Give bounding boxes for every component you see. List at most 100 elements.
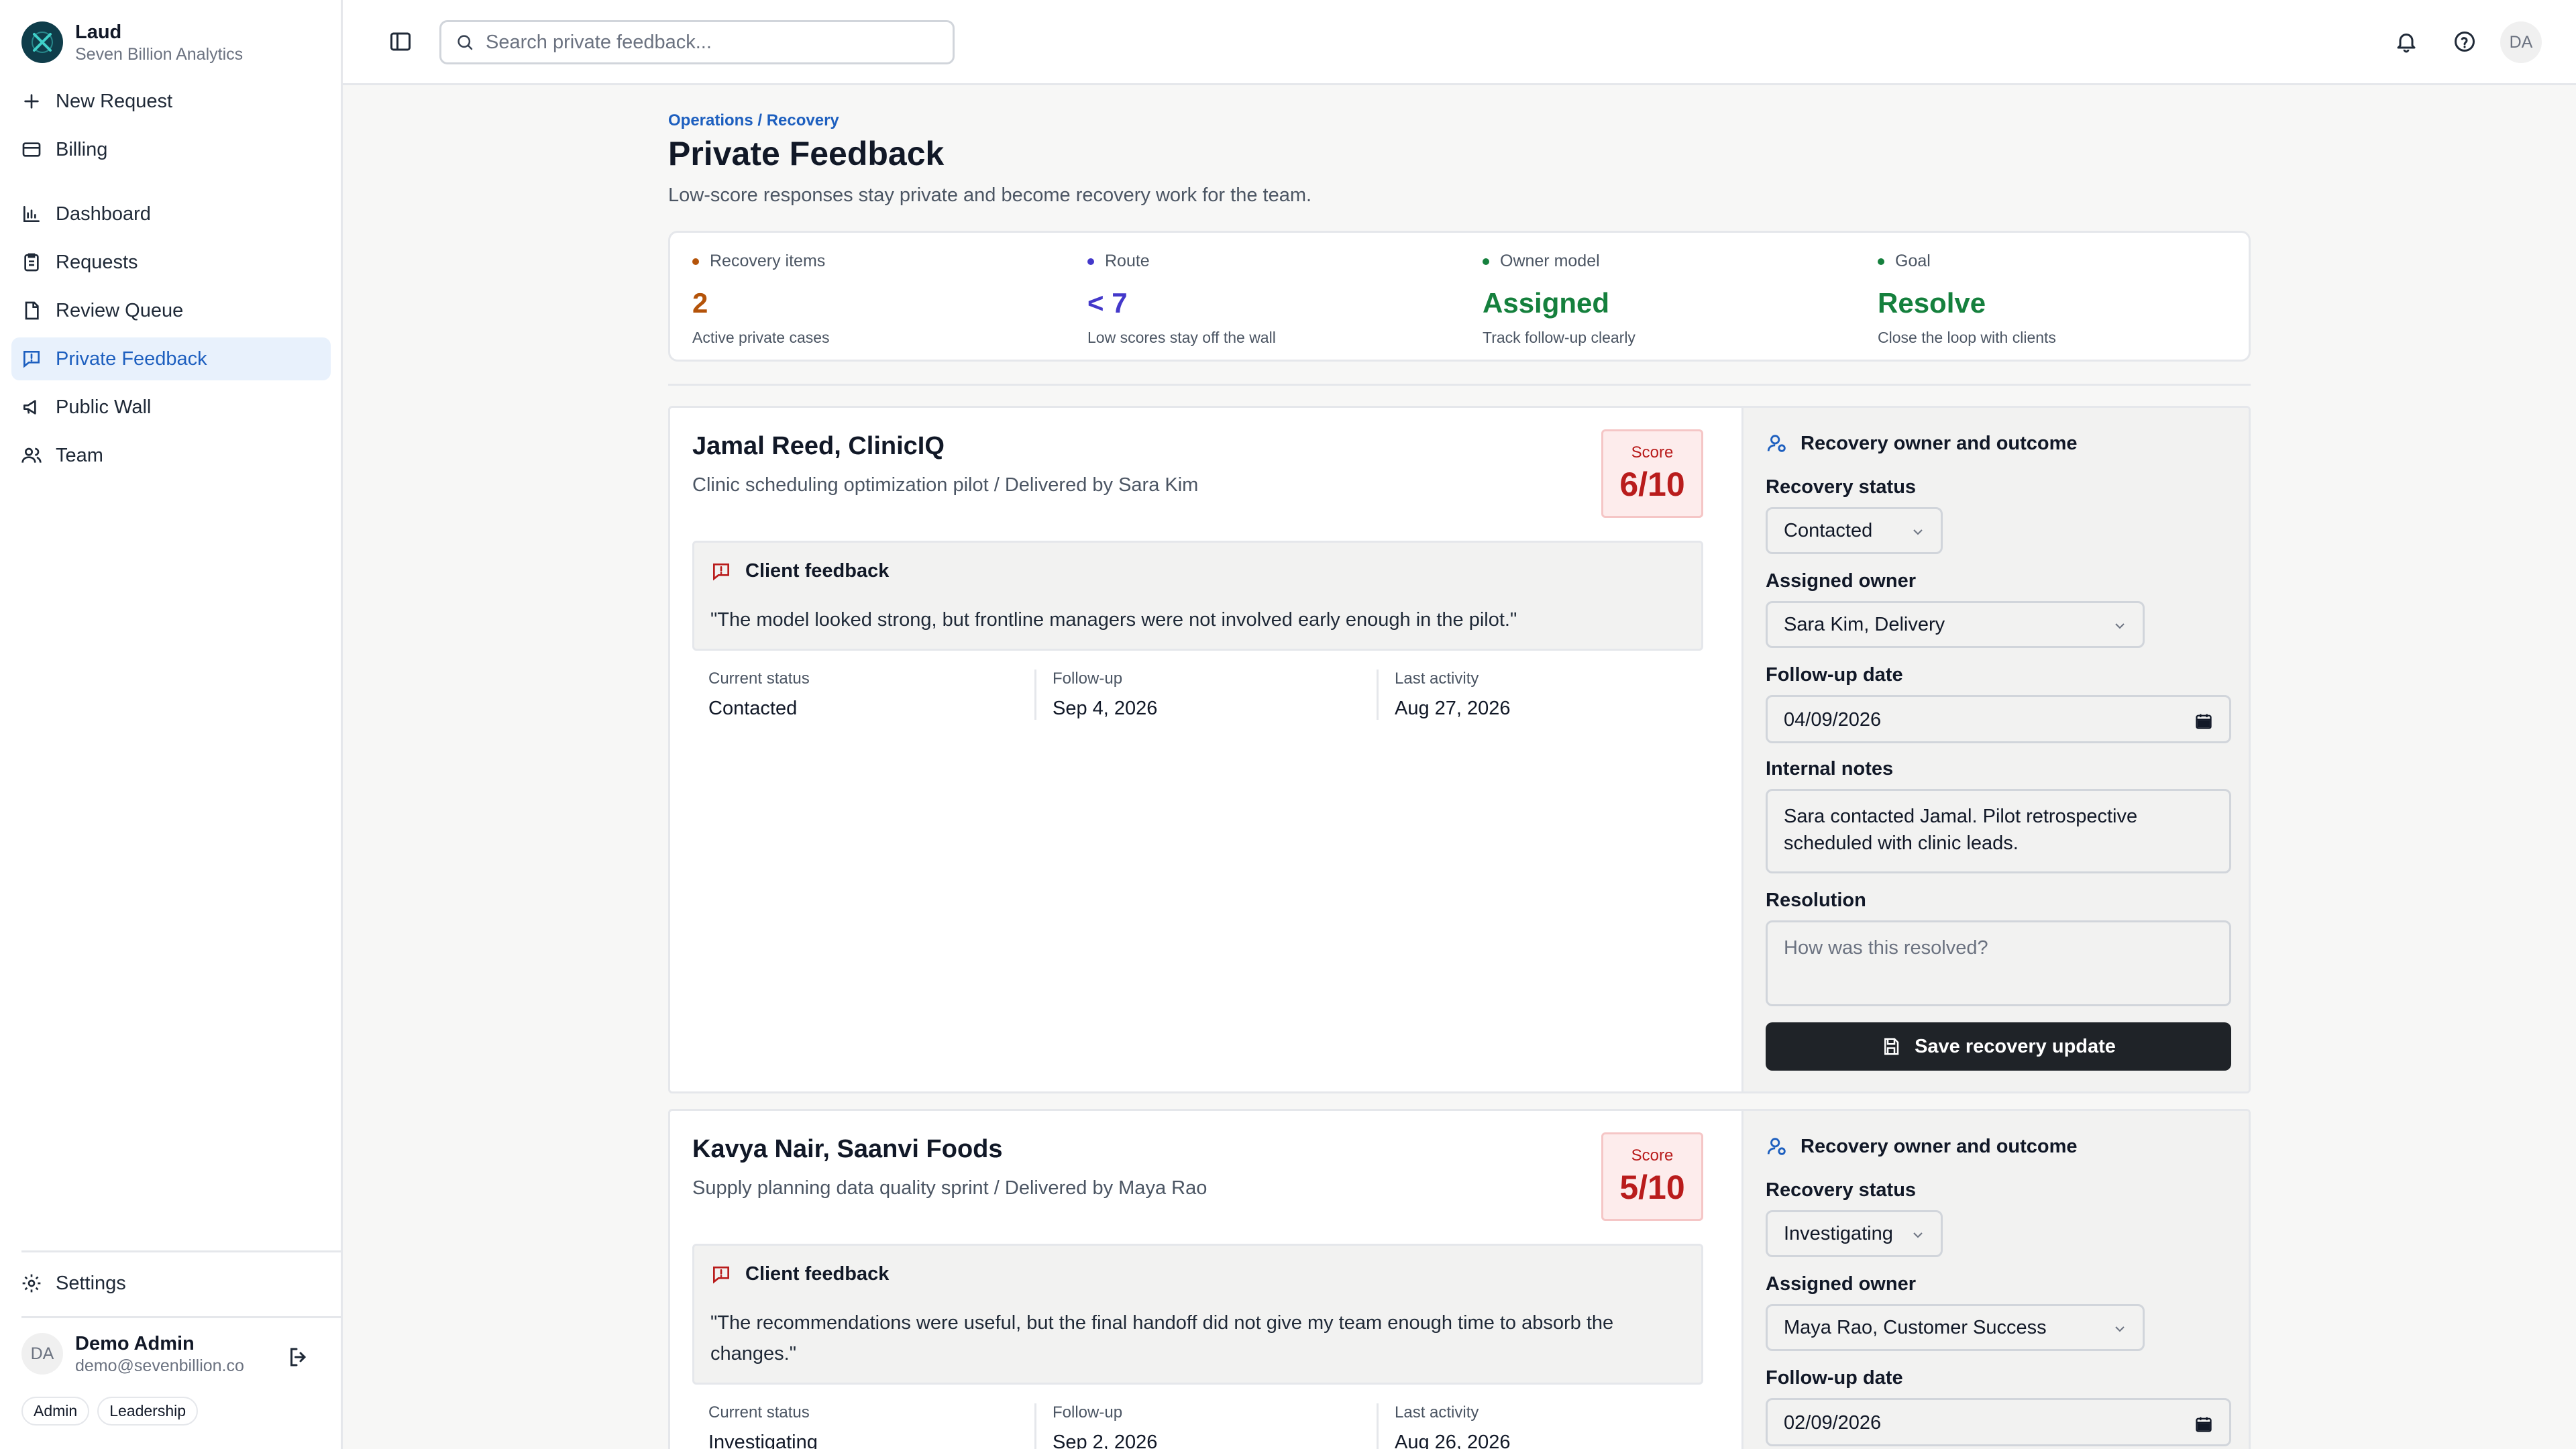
brand-company: Seven Billion Analytics — [75, 45, 244, 64]
clipboard-icon — [24, 253, 39, 272]
sidebar-item-review-queue[interactable]: Review Queue — [11, 289, 331, 332]
chevron-down-icon — [2115, 1326, 2125, 1332]
assigned-owner-select[interactable]: Maya Rao, Customer Success — [1766, 1304, 2145, 1351]
calendar-icon[interactable] — [2194, 712, 2213, 731]
search-icon — [458, 35, 473, 50]
avatar[interactable]: DA — [2500, 21, 2542, 63]
sidebar-item-label: Public Wall — [56, 396, 152, 418]
brand-name: Laud — [75, 21, 122, 43]
select-value: Investigating — [1784, 1222, 1893, 1244]
search-input[interactable] — [486, 31, 928, 54]
settings-label: Settings — [56, 1272, 126, 1294]
client-feedback-box: Client feedback "The model looked strong… — [692, 541, 1703, 651]
date-value: 02/09/2026 — [1784, 1412, 1882, 1434]
brand[interactable]: Laud Seven Billion Analytics — [21, 20, 243, 64]
sidebar-item-requests[interactable]: Requests — [11, 241, 331, 284]
field-label: Assigned owner — [1766, 570, 1916, 592]
meta-value: Sep 4, 2026 — [1053, 698, 1158, 719]
search-box[interactable] — [439, 20, 955, 64]
meta-value: Aug 27, 2026 — [1395, 698, 1511, 719]
billing-link[interactable]: Billing — [11, 128, 331, 171]
field-label: Internal notes — [1766, 758, 1894, 780]
select-value: Sara Kim, Delivery — [1784, 613, 1945, 635]
stat-note: Low scores stay off the wall — [1087, 329, 1276, 346]
internal-notes-textarea[interactable]: Sara contacted Jamal. Pilot retrospectiv… — [1766, 789, 2231, 873]
stat-note: Close the loop with clients — [1878, 329, 2056, 346]
sidebar-item-team[interactable]: Team — [11, 434, 331, 477]
settings-link[interactable]: Settings — [11, 1262, 331, 1305]
breadcrumb[interactable]: Operations / Recovery — [668, 111, 839, 130]
gear-icon — [22, 1274, 41, 1293]
score-badge: Score 5/10 — [1601, 1132, 1703, 1221]
help-icon[interactable] — [2453, 30, 2477, 54]
score-label: Score — [1631, 1146, 1674, 1165]
meta-label: Last activity — [1395, 1403, 1479, 1421]
meta-label: Follow-up — [1053, 1403, 1123, 1421]
follow-up-date-input[interactable]: 02/09/2026 — [1766, 1398, 2231, 1446]
stat-label: Goal — [1895, 252, 1931, 270]
chevron-down-icon — [2115, 623, 2125, 629]
engagement-description: Supply planning data quality sprint / De… — [692, 1177, 1208, 1199]
feedback-quote: "The recommendations were useful, but th… — [710, 1312, 1614, 1364]
sidebar-item-label: Review Queue — [56, 299, 184, 321]
meta-value: Contacted — [708, 698, 798, 719]
status-dot-icon — [1878, 258, 1884, 265]
bell-icon[interactable] — [2394, 30, 2418, 54]
stat-value: 2 — [692, 287, 708, 319]
score-value: 5/10 — [1619, 1169, 1685, 1206]
sidebar-item-label: Dashboard — [56, 203, 151, 225]
meta-value: Aug 26, 2026 — [1395, 1432, 1511, 1449]
status-dot-icon — [692, 258, 699, 265]
user-settings-icon — [1767, 1138, 1786, 1155]
brand-logo-icon — [21, 21, 63, 63]
meta-value: Sep 2, 2026 — [1053, 1432, 1158, 1449]
role-badge-admin: Admin — [21, 1397, 90, 1426]
sidebar-toggle-icon[interactable] — [388, 30, 413, 54]
sidebar-item-label: Private Feedback — [56, 347, 207, 370]
logout-icon[interactable] — [286, 1345, 311, 1369]
stat-value: Resolve — [1878, 287, 1986, 319]
recovery-status-select[interactable]: Investigating — [1766, 1210, 1943, 1257]
file-review-icon — [25, 301, 39, 320]
sidebar-item-public-wall[interactable]: Public Wall — [11, 386, 331, 429]
user-profile[interactable]: DA Demo Admin demo@sevenbillion.co — [21, 1332, 244, 1376]
feedback-title: Client feedback — [745, 560, 890, 582]
user-name: Demo Admin — [75, 1333, 195, 1354]
stat-goal: Goal Resolve Close the loop with clients — [1878, 252, 2056, 347]
page-title: Private Feedback — [668, 135, 945, 172]
client-feedback-box: Client feedback "The recommendations wer… — [692, 1244, 1703, 1385]
assigned-owner-select[interactable]: Sara Kim, Delivery — [1766, 601, 2145, 648]
sidebar-item-dashboard[interactable]: Dashboard — [11, 193, 331, 235]
page-subtitle: Low-score responses stay private and bec… — [668, 184, 1312, 206]
calendar-icon[interactable] — [2194, 1415, 2213, 1434]
role-badge-leadership: Leadership — [97, 1397, 199, 1426]
meta-label: Current status — [708, 669, 810, 688]
save-recovery-button[interactable]: Save recovery update — [1766, 1022, 2231, 1071]
meta-last-activity: Last activity Aug 27, 2026 — [1377, 669, 1699, 720]
resolution-textarea[interactable]: How was this resolved? — [1766, 920, 2231, 1006]
feedback-title: Client feedback — [745, 1263, 890, 1285]
meta-current-status: Current status Contacted — [692, 669, 1014, 720]
recovery-panel: Recovery owner and outcome Recovery stat… — [1741, 1111, 2249, 1449]
user-settings-icon — [1767, 435, 1786, 452]
client-name: Kavya Nair, Saanvi Foods — [692, 1135, 1003, 1163]
sidebar-item-private-feedback[interactable]: Private Feedback — [11, 337, 331, 380]
sidebar-item-label: Team — [56, 444, 103, 466]
stat-label: Recovery items — [710, 252, 826, 270]
message-alert-icon — [23, 351, 40, 368]
stat-value: < 7 — [1087, 287, 1128, 319]
field-label: Assigned owner — [1766, 1273, 1916, 1295]
field-label: Recovery status — [1766, 1179, 1917, 1201]
recovery-status-select[interactable]: Contacted — [1766, 507, 1943, 554]
recovery-panel: Recovery owner and outcome Recovery stat… — [1741, 408, 2249, 1091]
message-alert-icon — [713, 1266, 729, 1283]
meta-value: Investigating — [708, 1432, 818, 1449]
megaphone-icon — [23, 400, 36, 415]
follow-up-date-input[interactable]: 04/09/2026 — [1766, 695, 2231, 743]
avatar: DA — [21, 1333, 63, 1375]
field-label: Follow-up date — [1766, 1367, 1903, 1389]
new-request-button[interactable]: New Request — [11, 80, 331, 123]
panel-title: Recovery owner and outcome — [1801, 432, 2078, 454]
score-badge: Score 6/10 — [1601, 429, 1703, 518]
stat-note: Track follow-up clearly — [1483, 329, 1635, 346]
